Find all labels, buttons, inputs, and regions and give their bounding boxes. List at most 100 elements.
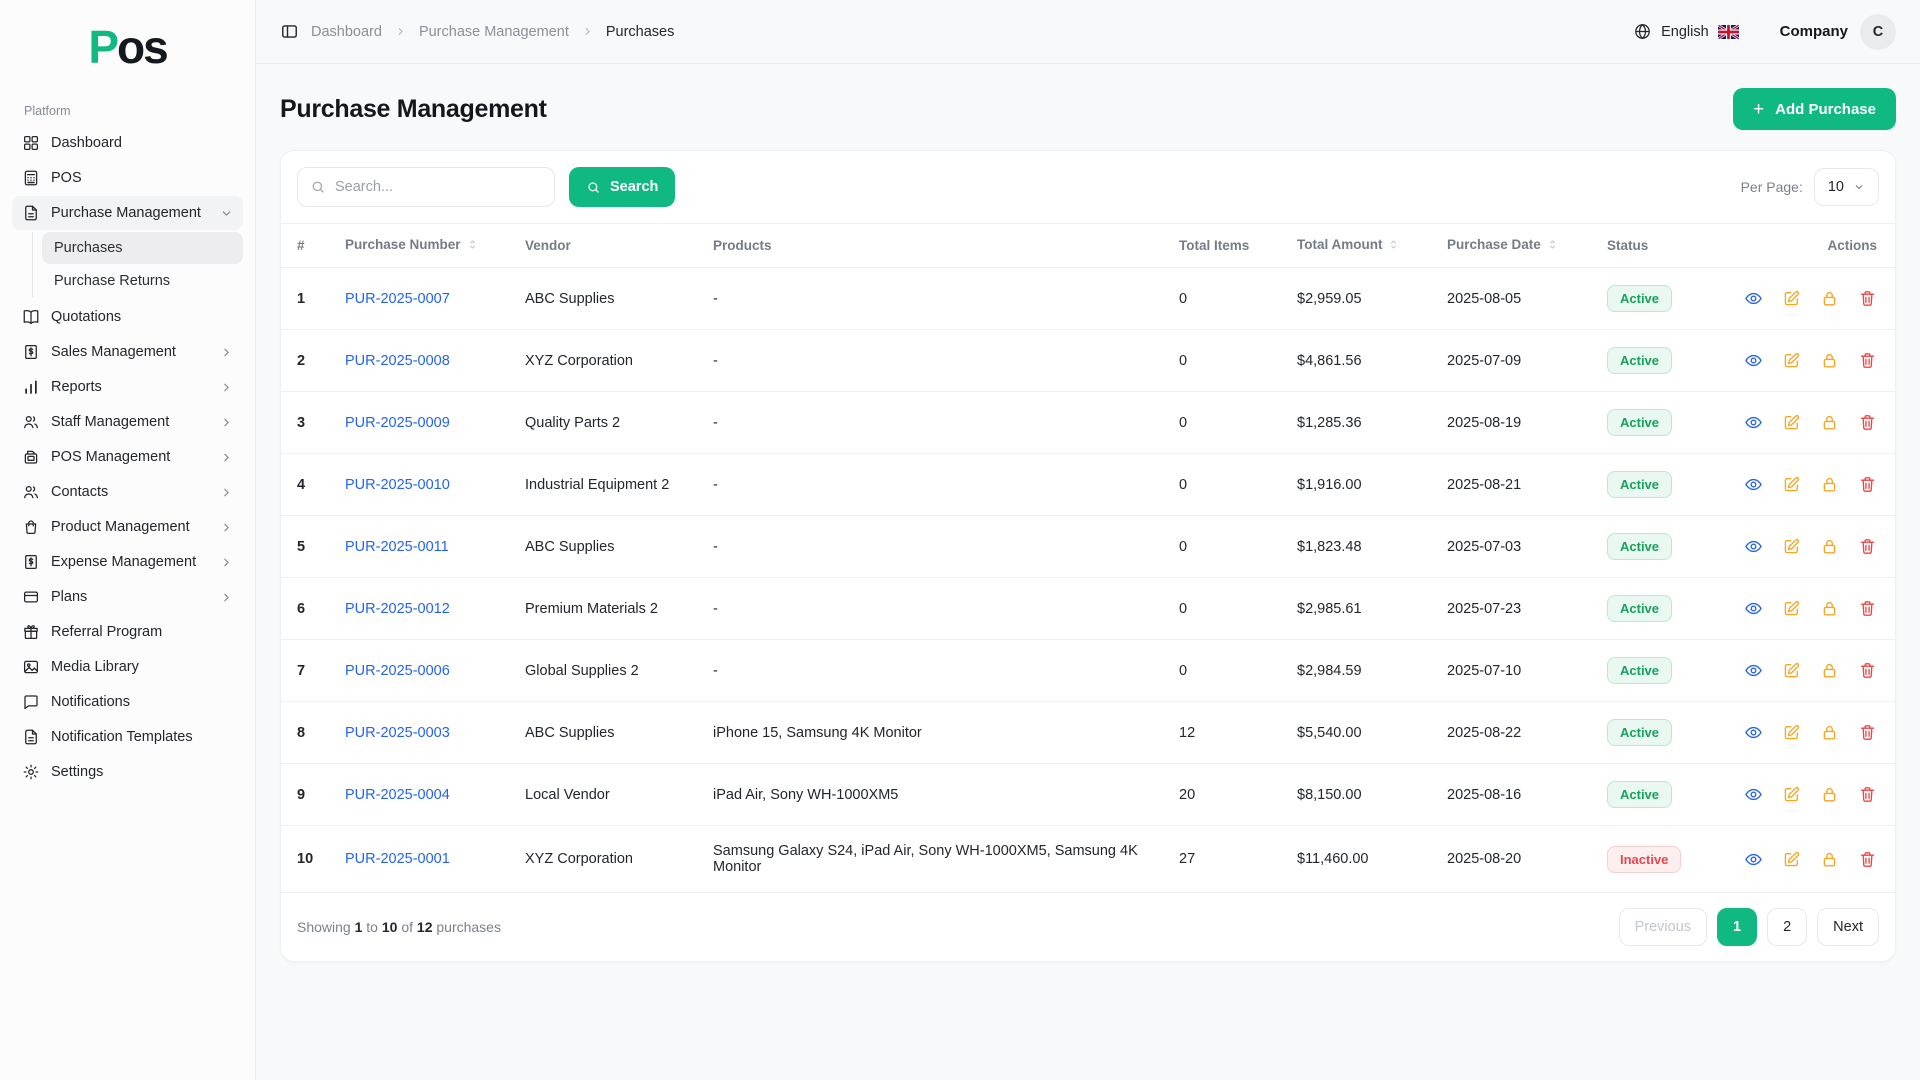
previous-page-button[interactable]: Previous xyxy=(1619,908,1707,946)
delete-button[interactable] xyxy=(1858,289,1877,308)
per-page-select[interactable]: 10 xyxy=(1814,168,1879,206)
chevron-right-icon xyxy=(394,25,407,38)
delete-button[interactable] xyxy=(1858,785,1877,804)
search-input[interactable] xyxy=(335,179,542,195)
lock-button[interactable] xyxy=(1820,537,1839,556)
expense-receipt-icon xyxy=(22,553,40,571)
row-index: 1 xyxy=(281,268,335,330)
sidebar-toggle-icon[interactable] xyxy=(280,22,299,41)
page-2-button[interactable]: 2 xyxy=(1767,908,1807,946)
purchase-number-link[interactable]: PUR-2025-0009 xyxy=(345,415,450,431)
sidebar-item-plans[interactable]: Plans xyxy=(12,580,243,614)
sidebar-item-dashboard[interactable]: Dashboard xyxy=(12,126,243,160)
lock-button[interactable] xyxy=(1820,723,1839,742)
search-button[interactable]: Search xyxy=(569,167,675,207)
sidebar-item-purchase-returns[interactable]: Purchase Returns xyxy=(42,265,243,297)
delete-button[interactable] xyxy=(1858,475,1877,494)
breadcrumb-dashboard[interactable]: Dashboard xyxy=(311,24,382,40)
actions-cell xyxy=(1715,640,1895,702)
view-button[interactable] xyxy=(1744,785,1763,804)
lock-button[interactable] xyxy=(1820,785,1839,804)
edit-button[interactable] xyxy=(1782,599,1801,618)
sort-icon[interactable] xyxy=(1387,238,1400,254)
edit-button[interactable] xyxy=(1782,537,1801,556)
sidebar-item-label: Product Management xyxy=(51,519,209,535)
delete-button[interactable] xyxy=(1858,661,1877,680)
purchase-number-link[interactable]: PUR-2025-0003 xyxy=(345,725,450,741)
sidebar-item-quotations[interactable]: Quotations xyxy=(12,300,243,334)
sidebar-item-settings[interactable]: Settings xyxy=(12,755,243,789)
purchase-number-link[interactable]: PUR-2025-0011 xyxy=(345,539,449,555)
sidebar-item-pos[interactable]: POS xyxy=(12,161,243,195)
status-badge: Active xyxy=(1607,781,1672,808)
lock-button[interactable] xyxy=(1820,351,1839,370)
edit-button[interactable] xyxy=(1782,661,1801,680)
vendor-cell: ABC Supplies xyxy=(515,268,703,330)
view-button[interactable] xyxy=(1744,537,1763,556)
column-header-purchase-date[interactable]: Purchase Date xyxy=(1437,224,1597,268)
lock-button[interactable] xyxy=(1820,661,1839,680)
page-1-button[interactable]: 1 xyxy=(1717,908,1757,946)
column-header-total-amount[interactable]: Total Amount xyxy=(1287,224,1437,268)
edit-button[interactable] xyxy=(1782,723,1801,742)
avatar[interactable]: C xyxy=(1860,14,1896,50)
next-page-button[interactable]: Next xyxy=(1817,908,1879,946)
edit-button[interactable] xyxy=(1782,351,1801,370)
purchase-number-link[interactable]: PUR-2025-0007 xyxy=(345,291,450,307)
delete-button[interactable] xyxy=(1858,351,1877,370)
edit-button[interactable] xyxy=(1782,785,1801,804)
breadcrumb-purchase-management[interactable]: Purchase Management xyxy=(419,24,569,40)
sort-icon[interactable] xyxy=(466,238,479,254)
sidebar-item-purchases[interactable]: Purchases xyxy=(42,232,243,264)
purchase-number-link[interactable]: PUR-2025-0008 xyxy=(345,353,450,369)
lock-button[interactable] xyxy=(1820,413,1839,432)
purchase-number-link[interactable]: PUR-2025-0012 xyxy=(345,601,450,617)
lock-button[interactable] xyxy=(1820,475,1839,494)
per-page-control: Per Page: 10 xyxy=(1741,168,1879,206)
purchase-number-link[interactable]: PUR-2025-0010 xyxy=(345,477,450,493)
sidebar-item-product-management[interactable]: Product Management xyxy=(12,510,243,544)
sidebar-item-purchase-management[interactable]: Purchase Management xyxy=(12,196,243,230)
edit-button[interactable] xyxy=(1782,850,1801,869)
view-button[interactable] xyxy=(1744,351,1763,370)
edit-button[interactable] xyxy=(1782,475,1801,494)
purchase-number-link[interactable]: PUR-2025-0004 xyxy=(345,787,450,803)
company-menu[interactable]: Company C xyxy=(1780,14,1896,50)
sidebar-item-notifications[interactable]: Notifications xyxy=(12,685,243,719)
sidebar-item-reports[interactable]: Reports xyxy=(12,370,243,404)
purchase-document-icon xyxy=(22,204,40,222)
delete-button[interactable] xyxy=(1858,537,1877,556)
view-button[interactable] xyxy=(1744,850,1763,869)
row-index: 10 xyxy=(281,826,335,893)
sidebar-item-sales-management[interactable]: Sales Management xyxy=(12,335,243,369)
add-purchase-button[interactable]: + Add Purchase xyxy=(1733,88,1896,130)
status-badge: Active xyxy=(1607,285,1672,312)
view-button[interactable] xyxy=(1744,599,1763,618)
lock-button[interactable] xyxy=(1820,599,1839,618)
delete-button[interactable] xyxy=(1858,723,1877,742)
sidebar-item-notification-templates[interactable]: Notification Templates xyxy=(12,720,243,754)
sidebar-item-expense-management[interactable]: Expense Management xyxy=(12,545,243,579)
delete-button[interactable] xyxy=(1858,599,1877,618)
sidebar-item-referral-program[interactable]: Referral Program xyxy=(12,615,243,649)
edit-button[interactable] xyxy=(1782,289,1801,308)
lock-button[interactable] xyxy=(1820,850,1839,869)
delete-button[interactable] xyxy=(1858,413,1877,432)
delete-button[interactable] xyxy=(1858,850,1877,869)
language-selector[interactable]: English xyxy=(1633,22,1740,41)
view-button[interactable] xyxy=(1744,661,1763,680)
column-header-purchase-number[interactable]: Purchase Number xyxy=(335,224,515,268)
view-button[interactable] xyxy=(1744,413,1763,432)
purchase-number-link[interactable]: PUR-2025-0001 xyxy=(345,851,450,867)
lock-button[interactable] xyxy=(1820,289,1839,308)
edit-button[interactable] xyxy=(1782,413,1801,432)
sidebar-item-contacts[interactable]: Contacts xyxy=(12,475,243,509)
sidebar-item-media-library[interactable]: Media Library xyxy=(12,650,243,684)
view-button[interactable] xyxy=(1744,723,1763,742)
view-button[interactable] xyxy=(1744,289,1763,308)
purchase-number-link[interactable]: PUR-2025-0006 xyxy=(345,663,450,679)
view-button[interactable] xyxy=(1744,475,1763,494)
sidebar-item-staff-management[interactable]: Staff Management xyxy=(12,405,243,439)
sort-icon[interactable] xyxy=(1546,238,1559,254)
sidebar-item-pos-management[interactable]: POS Management xyxy=(12,440,243,474)
